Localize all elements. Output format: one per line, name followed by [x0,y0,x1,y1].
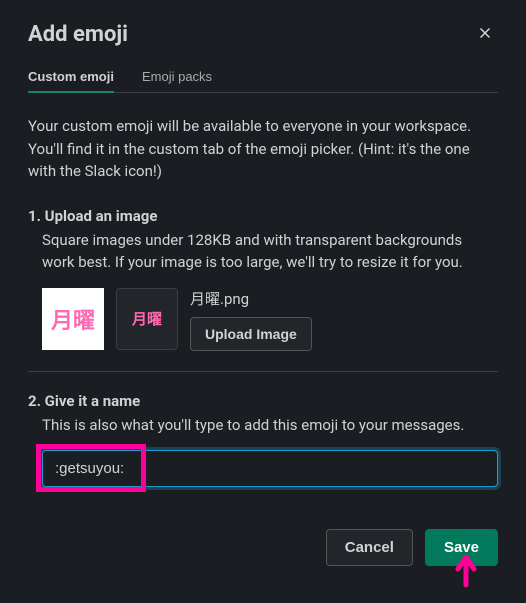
modal-description: Your custom emoji will be available to e… [28,115,498,183]
add-emoji-modal: Add emoji Custom emoji Emoji packs Your … [0,0,526,586]
tabs: Custom emoji Emoji packs [28,61,498,93]
cancel-button[interactable]: Cancel [326,529,413,566]
modal-title: Add emoji [28,22,128,47]
emoji-preview-small-text: 月曜 [132,308,162,329]
uploaded-filename: 月曜.png [190,288,312,309]
close-button[interactable] [472,20,498,49]
emoji-preview-large: 月曜 [42,288,104,350]
step-upload: 1. Upload an image Square images under 1… [28,207,498,351]
tab-emoji-packs[interactable]: Emoji packs [142,61,212,92]
upload-image-button[interactable]: Upload Image [190,317,312,351]
save-button[interactable]: Save [425,529,498,566]
emoji-preview-small: 月曜 [116,288,178,350]
tab-custom-emoji[interactable]: Custom emoji [28,61,114,92]
name-input-wrapper [28,450,498,487]
upload-info: 月曜.png Upload Image [190,288,312,351]
step2-title: 2. Give it a name [28,392,498,410]
step1-description: Square images under 128KB and with trans… [28,229,498,274]
step-name: 2. Give it a name This is also what you'… [28,392,498,488]
modal-header: Add emoji [28,20,498,49]
divider [28,371,498,372]
close-icon [476,24,494,42]
modal-footer: Cancel Save [28,529,498,566]
step2-description: This is also what you'll type to add thi… [28,414,498,437]
step1-title: 1. Upload an image [28,207,498,225]
emoji-name-input[interactable] [42,450,498,487]
upload-row: 月曜 月曜 月曜.png Upload Image [28,288,498,351]
